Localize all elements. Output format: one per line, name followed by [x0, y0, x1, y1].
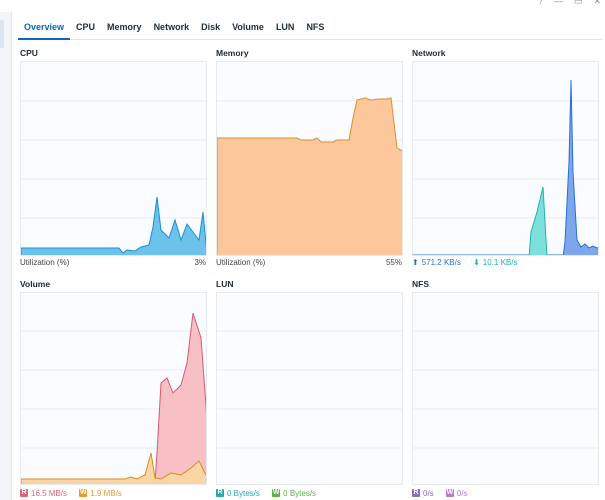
lun-write-value: 0 Bytes/s [283, 488, 317, 498]
nfs-write-value: 0/s [456, 488, 468, 498]
upload-arrow-icon: ⬆ [412, 258, 419, 267]
memory-panel-title: Memory [216, 48, 249, 58]
lun-read-legend: R 0 Bytes/s [216, 489, 260, 498]
network-upload-area [562, 79, 598, 255]
write-badge-icon: W [445, 489, 454, 497]
nfs-panel: NFS R 0/s W 0/s [412, 279, 602, 500]
volume-panel: Volume R 16.5 MB/s W 1.9 MB/s [20, 279, 210, 500]
memory-panel: Memory Utilization (%) 55% [216, 48, 406, 270]
cpu-panel-title: CPU [20, 48, 38, 58]
lun-read-value: 0 Bytes/s [227, 488, 260, 498]
network-download-value: 10.1 KB/s [482, 258, 518, 267]
network-upload-legend: ⬆ 571.2 KB/s [412, 258, 461, 267]
tab-bar: Overview CPU Memory Network Disk Volume … [18, 14, 603, 40]
cpu-panel: CPU Utilization (%) 3% [20, 48, 210, 270]
volume-panel-title: Volume [20, 279, 51, 289]
nfs-write-legend: W 0/s [445, 488, 468, 498]
minimize-icon[interactable]: — [554, 0, 563, 6]
cpu-chart-svg [21, 100, 206, 255]
title-bar: ? — ▭ ✕ [0, 0, 605, 8]
tab-volume[interactable]: Volume [226, 14, 270, 40]
volume-write-value: 1.9 MB/s [90, 488, 122, 498]
network-upload-value: 571.2 KB/s [421, 258, 461, 267]
cpu-gridlines [21, 100, 206, 219]
memory-value: 55% [385, 258, 402, 267]
network-download-legend: ⬇ 10.1 KB/s [473, 258, 517, 267]
network-chart-svg [413, 79, 598, 255]
lun-footer: R 0 Bytes/s W 0 Bytes/s [216, 487, 406, 499]
nfs-panel-title: NFS [412, 279, 429, 289]
memory-footer: Utilization (%) 55% [216, 258, 406, 270]
volume-write-legend: W 1.9 MB/s [79, 489, 122, 498]
lun-write-legend: W 0 Bytes/s [272, 489, 316, 498]
volume-footer: R 16.5 MB/s W 1.9 MB/s [20, 487, 210, 499]
read-badge-icon: R [216, 489, 224, 497]
cpu-footer: Utilization (%) 3% [20, 258, 210, 270]
network-panel-title: Network [412, 48, 446, 58]
cpu-label: Utilization (%) [20, 258, 70, 267]
lun-panel-title: LUN [216, 279, 234, 289]
volume-read-area [21, 312, 206, 484]
left-rail-selected[interactable] [0, 20, 4, 48]
memory-chart-svg [217, 97, 402, 255]
memory-label: Utilization (%) [216, 258, 266, 267]
nfs-gridlines [413, 330, 598, 449]
tab-nfs[interactable]: NFS [300, 14, 330, 40]
cpu-chart [20, 61, 207, 256]
write-badge-icon: W [272, 489, 281, 497]
tab-lun[interactable]: LUN [270, 14, 301, 40]
volume-read-legend: R 16.5 MB/s [20, 489, 67, 498]
nfs-chart [412, 292, 599, 485]
lun-chart-svg [217, 330, 402, 449]
volume-read-value: 16.5 MB/s [31, 488, 68, 498]
memory-utilization-area [217, 97, 402, 255]
tab-overview[interactable]: Overview [18, 14, 71, 40]
volume-chart [20, 292, 207, 485]
network-chart [412, 61, 599, 256]
help-icon[interactable]: ? [538, 0, 543, 6]
cpu-value: 3% [194, 258, 206, 267]
nfs-read-value: 0/s [423, 488, 434, 498]
read-badge-icon: R [412, 489, 420, 497]
volume-chart-svg [21, 312, 206, 484]
tab-network[interactable]: Network [148, 14, 196, 40]
network-panel: Network ⬆ 571.2 KB/s ⬇ 10.1 KB/s [412, 48, 602, 270]
read-badge-icon: R [20, 489, 28, 497]
lun-chart [216, 292, 403, 485]
lun-gridlines [217, 330, 402, 449]
lun-panel: LUN R 0 Bytes/s W 0 Bytes/s [216, 279, 406, 500]
memory-chart [216, 61, 403, 256]
network-download-area [528, 186, 548, 255]
nfs-footer: R 0/s W 0/s [412, 487, 602, 499]
nfs-chart-svg [413, 330, 598, 449]
maximize-icon[interactable]: ▭ [574, 0, 583, 6]
cpu-utilization-area [21, 196, 206, 255]
network-footer: ⬆ 571.2 KB/s ⬇ 10.1 KB/s [412, 258, 602, 270]
download-arrow-icon: ⬇ [473, 258, 480, 267]
close-icon[interactable]: ✕ [593, 0, 601, 6]
left-rail [0, 12, 12, 500]
write-badge-icon: W [79, 489, 88, 497]
tab-cpu[interactable]: CPU [70, 14, 101, 40]
nfs-read-legend: R 0/s [412, 489, 434, 498]
tab-disk[interactable]: Disk [195, 14, 226, 40]
tab-memory[interactable]: Memory [101, 14, 148, 40]
